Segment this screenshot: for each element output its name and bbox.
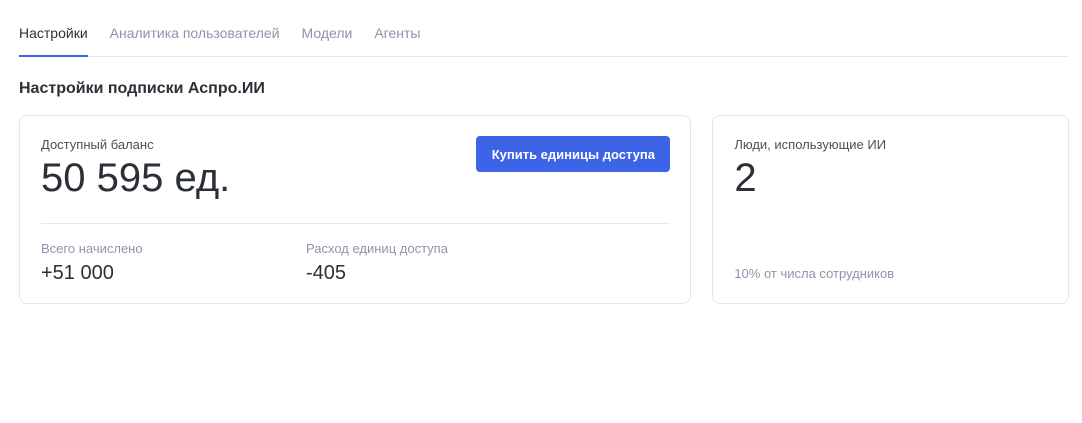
tab-settings[interactable]: Настройки bbox=[19, 25, 88, 57]
cards-row: Доступный баланс 50 595 ед. Купить едини… bbox=[19, 115, 1069, 304]
page: Настройки Аналитика пользователей Модели… bbox=[0, 0, 1082, 423]
ai-users-card: Люди, использующие ИИ 2 10% от числа сот… bbox=[712, 115, 1069, 304]
units-spent-label: Расход единиц доступа bbox=[306, 241, 448, 256]
tab-agents[interactable]: Агенты bbox=[374, 25, 420, 56]
ai-users-footnote: 10% от числа сотрудников bbox=[734, 266, 895, 281]
ai-users-value: 2 bbox=[734, 156, 757, 200]
total-credited-value: +51 000 bbox=[41, 262, 114, 284]
total-credited-stat: Всего начислено +51 000 bbox=[41, 241, 306, 285]
tab-user-analytics[interactable]: Аналитика пользователей bbox=[110, 25, 280, 56]
tab-models[interactable]: Модели bbox=[302, 25, 353, 56]
balance-card: Доступный баланс 50 595 ед. Купить едини… bbox=[19, 115, 692, 304]
ai-users-label: Люди, использующие ИИ bbox=[734, 137, 887, 152]
units-spent-stat: Расход единиц доступа -405 bbox=[306, 241, 571, 285]
units-spent-value: -405 bbox=[306, 262, 347, 284]
total-credited-label: Всего начислено bbox=[41, 241, 143, 256]
divider bbox=[41, 223, 671, 224]
buy-access-units-button[interactable]: Купить единицы доступа bbox=[476, 136, 671, 172]
tab-bar: Настройки Аналитика пользователей Модели… bbox=[19, 0, 1069, 57]
balance-stats: Всего начислено +51 000 Расход единиц до… bbox=[41, 241, 670, 285]
section-title: Настройки подписки Аспро.ИИ bbox=[19, 80, 265, 97]
